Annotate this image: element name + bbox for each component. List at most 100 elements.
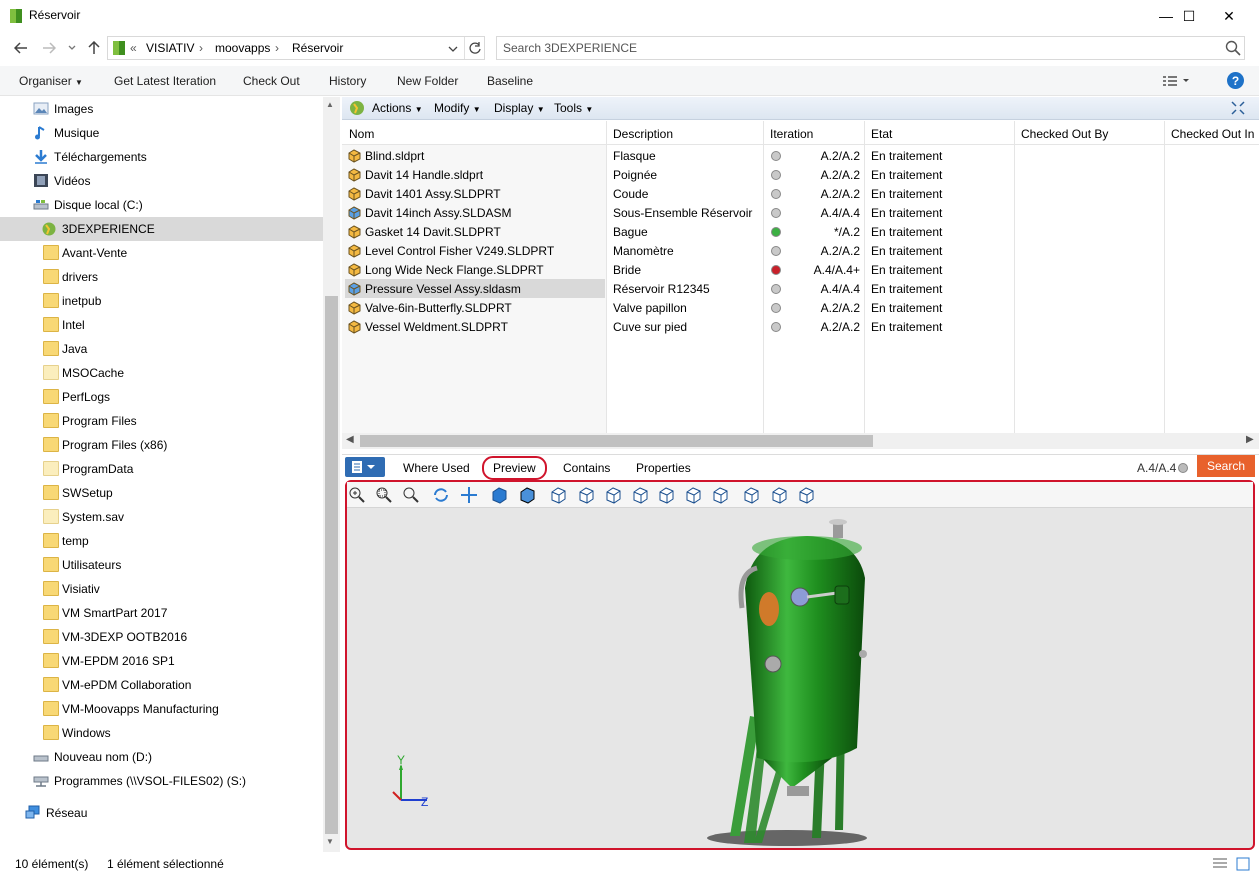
help-icon[interactable]: ?	[1227, 72, 1244, 89]
breadcrumb-visiativ[interactable]: VISIATIV	[146, 41, 194, 55]
nav-item-folder[interactable]: MSOCache	[0, 361, 323, 385]
column-header-description[interactable]: Description	[613, 127, 673, 141]
nav-item-network-drive-s[interactable]: Programmes (\\VSOL-FILES02) (S:)	[0, 769, 323, 793]
forward-button[interactable]	[40, 39, 58, 57]
search-field[interactable]: Search 3DEXPERIENCE	[496, 36, 1245, 60]
tab-contains[interactable]: Contains	[563, 461, 610, 475]
table-row[interactable]: Pressure Vessel Assy.sldasm Réservoir R12…	[342, 279, 1259, 298]
recent-locations-button[interactable]	[63, 39, 81, 57]
view-bottom-icon[interactable]	[684, 486, 702, 504]
tab-properties[interactable]: Properties	[636, 461, 691, 475]
column-header-state[interactable]: Etat	[871, 127, 892, 141]
up-button[interactable]	[85, 39, 103, 57]
vessel-3d-model[interactable]	[347, 508, 1253, 848]
history-button[interactable]: History	[329, 74, 366, 88]
nav-item-folder[interactable]: ProgramData	[0, 457, 323, 481]
zoom-in-icon[interactable]	[348, 486, 366, 504]
modify-menu[interactable]: Modify ▼	[434, 101, 481, 115]
nav-item-videos[interactable]: Vidéos	[0, 169, 323, 193]
table-row[interactable]: Davit 14inch Assy.SLDASM Sous-Ensemble Ré…	[342, 203, 1259, 222]
nav-item-3dexperience[interactable]: 3DEXPERIENCE	[0, 217, 323, 241]
column-header-name[interactable]: Nom	[349, 127, 374, 141]
zoom-fit-icon[interactable]	[402, 486, 420, 504]
scroll-down-icon[interactable]: ▼	[326, 837, 334, 846]
nav-item-folder[interactable]: System.sav	[0, 505, 323, 529]
tools-menu[interactable]: Tools ▼	[554, 101, 593, 115]
column-header-iteration[interactable]: Iteration	[770, 127, 813, 141]
view-options-icon[interactable]	[1163, 74, 1191, 88]
column-header-checked-out-by[interactable]: Checked Out By	[1021, 127, 1108, 141]
table-row[interactable]: Level Control Fisher V249.SLDPRT Manomètr…	[342, 241, 1259, 260]
nav-item-music[interactable]: Musique	[0, 121, 323, 145]
view-back-icon[interactable]	[577, 486, 595, 504]
view-left-icon[interactable]	[604, 486, 622, 504]
table-row[interactable]: Davit 1401 Assy.SLDPRT Coude A.2/A.2 En tra…	[342, 184, 1259, 203]
nav-item-downloads[interactable]: Téléchargements	[0, 145, 323, 169]
nav-item-folder[interactable]: inetpub	[0, 289, 323, 313]
nav-item-folder[interactable]: VM-3DEXP OOTB2016	[0, 625, 323, 649]
actions-menu[interactable]: Actions ▼	[372, 101, 423, 115]
address-bar[interactable]: « VISIATIV › moovapps › Réservoir	[107, 36, 485, 60]
nav-item-folder[interactable]: VM-Moovapps Manufacturing	[0, 697, 323, 721]
shaded-icon[interactable]	[490, 486, 508, 504]
expand-icon[interactable]	[1231, 101, 1245, 115]
table-row[interactable]: Vessel Weldment.SLDPRT Cuve sur pied A.2/A…	[342, 317, 1259, 336]
nav-item-folder[interactable]: VM-ePDM Collaboration	[0, 673, 323, 697]
baseline-button[interactable]: Baseline	[487, 74, 533, 88]
get-latest-iteration-button[interactable]: Get Latest Iteration	[114, 74, 216, 88]
chevron-down-icon[interactable]	[448, 44, 458, 54]
rotate-icon[interactable]	[432, 486, 450, 504]
tab-preview[interactable]: Preview	[482, 456, 547, 480]
view-front-icon[interactable]	[549, 486, 567, 504]
tab-where-used[interactable]: Where Used	[403, 461, 470, 475]
view-iso-icon[interactable]	[711, 486, 729, 504]
new-folder-button[interactable]: New Folder	[397, 74, 458, 88]
zoom-area-icon[interactable]	[375, 486, 393, 504]
breadcrumb-reservoir[interactable]: Réservoir	[292, 41, 343, 55]
list-scroll-thumb[interactable]	[360, 435, 873, 447]
nav-item-folder[interactable]: Java	[0, 337, 323, 361]
breadcrumb-moovapps[interactable]: moovapps	[215, 41, 270, 55]
nav-item-folder[interactable]: Windows	[0, 721, 323, 745]
organiser-menu[interactable]: Organiser ▼	[19, 74, 83, 88]
view-menu-button[interactable]	[345, 457, 385, 477]
table-row[interactable]: Blind.sldprt Flasque A.2/A.2 En traitement	[342, 146, 1259, 165]
large-icons-view-icon[interactable]	[1236, 857, 1250, 871]
display-menu[interactable]: Display ▼	[494, 101, 545, 115]
table-row[interactable]: Long Wide Neck Flange.SLDPRT Bride A.4/A.4…	[342, 260, 1259, 279]
nav-item-folder[interactable]: PerfLogs	[0, 385, 323, 409]
search-placeholder[interactable]: Search 3DEXPERIENCE	[503, 41, 637, 55]
refresh-icon[interactable]	[468, 41, 482, 55]
table-row[interactable]: Davit 14 Handle.sldprt Poignée A.2/A.2 En t…	[342, 165, 1259, 184]
details-view-icon[interactable]	[1212, 857, 1228, 871]
check-out-button[interactable]: Check Out	[243, 74, 300, 88]
view-top-icon[interactable]	[657, 486, 675, 504]
view-right-icon[interactable]	[631, 486, 649, 504]
pan-icon[interactable]	[460, 486, 478, 504]
search-icon[interactable]	[1225, 40, 1241, 56]
nav-item-folder[interactable]: Visiativ	[0, 577, 323, 601]
table-row[interactable]: Gasket 14 Davit.SLDPRT Bague */A.2 En trait…	[342, 222, 1259, 241]
close-button[interactable]: ✕	[1206, 0, 1252, 32]
select-icon[interactable]	[770, 486, 788, 504]
nav-item-folder[interactable]: Utilisateurs	[0, 553, 323, 577]
nav-item-images[interactable]: Images	[0, 97, 323, 121]
address-overflow[interactable]: «	[130, 41, 137, 55]
nav-item-folder[interactable]: VM-EPDM 2016 SP1	[0, 649, 323, 673]
nav-item-folder[interactable]: VM SmartPart 2017	[0, 601, 323, 625]
back-button[interactable]	[12, 39, 30, 57]
nav-item-network[interactable]: Réseau	[0, 801, 323, 825]
nav-item-folder[interactable]: Avant-Vente	[0, 241, 323, 265]
search-button[interactable]: Search	[1197, 455, 1255, 477]
preview-viewer[interactable]: Y Z	[345, 480, 1255, 850]
measure-icon[interactable]	[742, 486, 760, 504]
nav-item-local-disk[interactable]: Disque local (C:)	[0, 193, 323, 217]
nav-item-folder[interactable]: Intel	[0, 313, 323, 337]
nav-item-folder[interactable]: SWSetup	[0, 481, 323, 505]
print-icon[interactable]	[797, 486, 815, 504]
scroll-right-icon[interactable]: ▶	[1246, 434, 1254, 445]
scroll-left-icon[interactable]: ◀	[346, 434, 354, 445]
nav-item-drive-d[interactable]: Nouveau nom (D:)	[0, 745, 323, 769]
nav-scroll-thumb[interactable]	[325, 296, 338, 834]
nav-item-folder[interactable]: temp	[0, 529, 323, 553]
